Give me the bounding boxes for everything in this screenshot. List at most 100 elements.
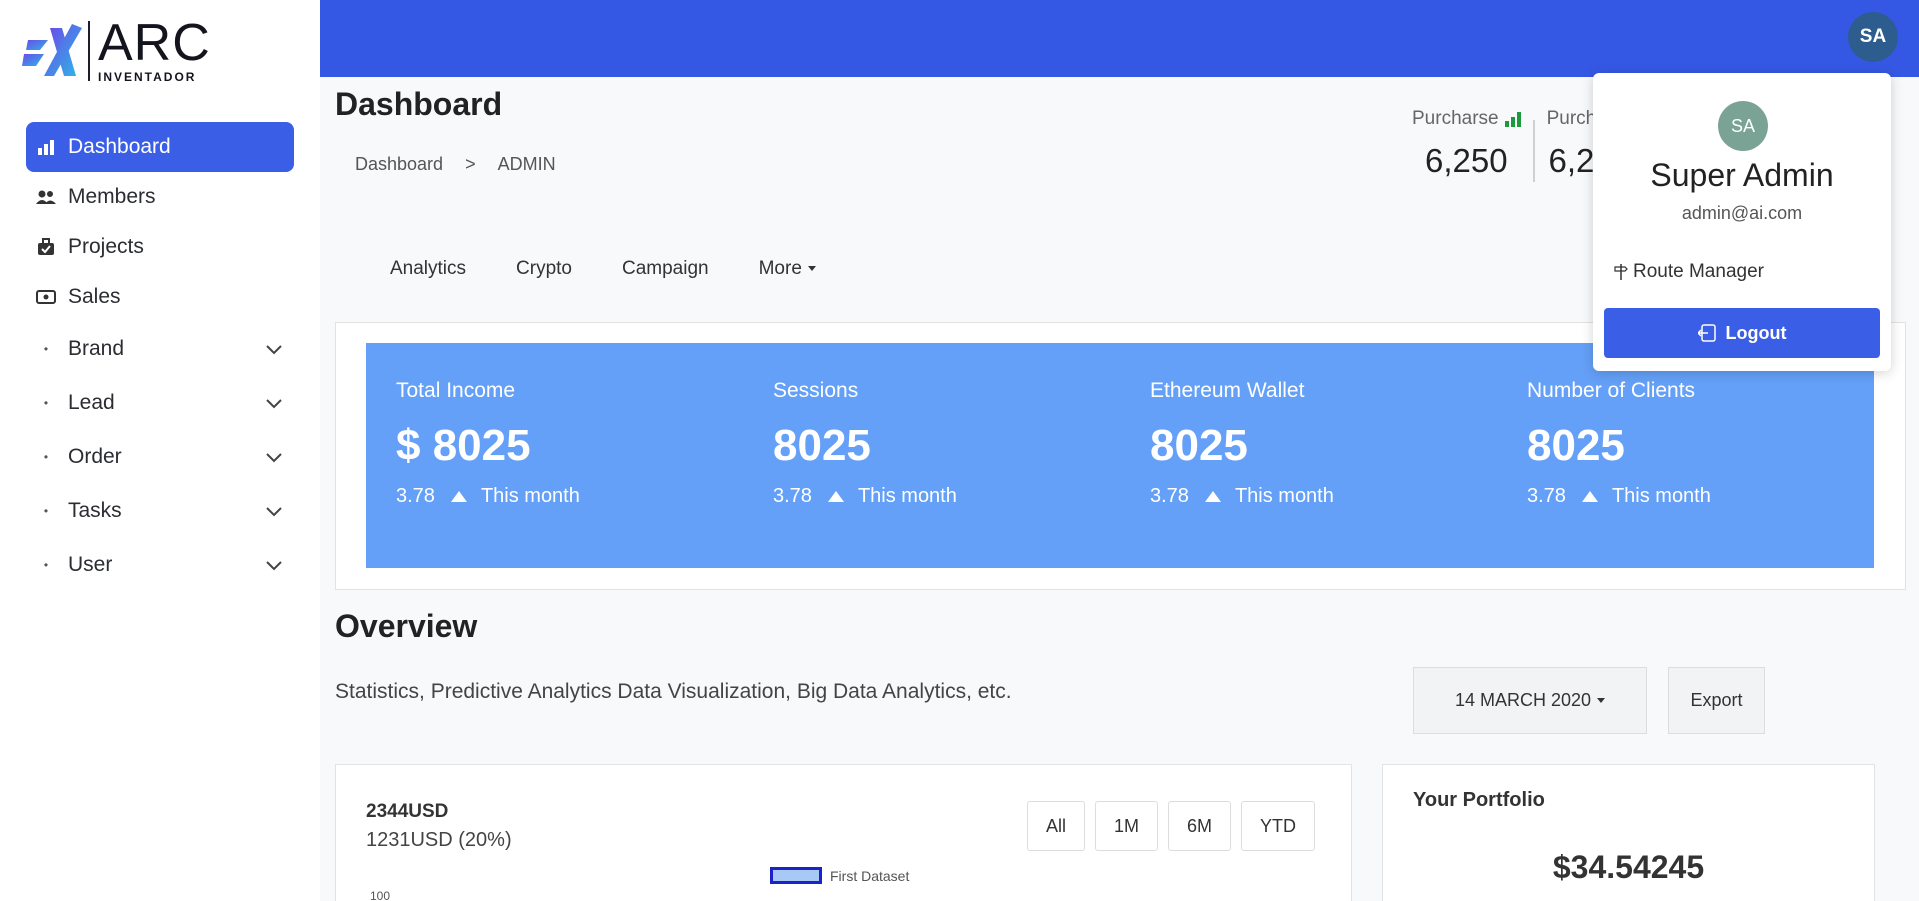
range-all-button[interactable]: All xyxy=(1026,801,1085,851)
kpi-panel: Total Income $ 8025 3.78 This month Sess… xyxy=(366,343,1874,568)
header-stat-label: Purcharse xyxy=(1412,108,1521,130)
bullet-icon: • xyxy=(43,504,49,518)
brand-tagline: INVENTADOR xyxy=(98,70,197,84)
kpi-ethereum-wallet: Ethereum Wallet 8025 3.78 This month xyxy=(1120,343,1497,568)
range-1m-button[interactable]: 1M xyxy=(1094,801,1158,851)
tab-more-dropdown[interactable]: More xyxy=(759,258,816,280)
portfolio-card: Your Portfolio $34.54245 xyxy=(1382,764,1875,901)
sidebar-item-label: Members xyxy=(68,185,156,208)
breadcrumb: Dashboard > ADMIN xyxy=(355,154,556,175)
logo-mark-icon xyxy=(22,24,82,76)
kpi-value: $ 8025 xyxy=(396,421,531,470)
tab-campaign[interactable]: Campaign xyxy=(622,258,709,280)
kpi-number-of-clients: Number of Clients 8025 3.78 This month xyxy=(1497,343,1874,568)
export-button[interactable]: Export xyxy=(1668,667,1765,734)
range-selector: All 1M 6M YTD xyxy=(1026,801,1315,851)
kpi-title: Sessions xyxy=(773,379,859,402)
kpi-period: This month xyxy=(1611,485,1711,507)
header-stat-label-text: Purcharse xyxy=(1412,108,1499,129)
sidebar-nav: Dashboard Members Projects Sales • Brand xyxy=(26,122,294,592)
route-manager-label: Route Manager xyxy=(1633,261,1764,282)
date-picker-button[interactable]: 14 MARCH 2020 xyxy=(1413,667,1647,734)
user-avatar-button[interactable]: SA xyxy=(1848,12,1898,62)
header-stat-label: Purch xyxy=(1547,108,1597,130)
sidebar-item-tasks[interactable]: • Tasks xyxy=(26,484,294,538)
sidebar-item-projects[interactable]: Projects xyxy=(26,222,294,272)
sidebar-item-label: Lead xyxy=(68,391,115,414)
kpi-title: Ethereum Wallet xyxy=(1150,379,1305,402)
kpi-period: This month xyxy=(480,485,580,507)
bullet-icon: • xyxy=(43,342,49,356)
sidebar-item-user[interactable]: • User xyxy=(26,538,294,592)
portfolio-value: $34.54245 xyxy=(1552,849,1705,885)
page-title: Dashboard xyxy=(335,86,503,122)
range-ytd-button[interactable]: YTD xyxy=(1241,801,1315,851)
chevron-down-icon xyxy=(266,399,282,409)
sidebar-item-label: Brand xyxy=(68,337,125,360)
range-6m-button[interactable]: 6M xyxy=(1167,801,1231,851)
tab-analytics[interactable]: Analytics xyxy=(390,258,466,280)
y-axis-tick: 100 xyxy=(370,889,391,901)
sidebar-item-label: Tasks xyxy=(68,499,122,522)
chevron-down-icon xyxy=(266,507,282,517)
sidebar-item-order[interactable]: • Order xyxy=(26,430,294,484)
overview-title: Overview xyxy=(335,608,478,644)
breadcrumb-separator: > xyxy=(465,154,476,174)
arrow-up-icon xyxy=(450,491,467,502)
sidebar-item-label: Dashboard xyxy=(68,135,171,158)
portfolio-title: Your Portfolio xyxy=(1413,789,1545,811)
kpi-value: 8025 xyxy=(1527,421,1625,470)
legend-swatch xyxy=(770,867,822,884)
kpi-period: This month xyxy=(857,485,957,507)
sidebar-item-dashboard[interactable]: Dashboard xyxy=(26,122,294,172)
breadcrumb-dashboard-link[interactable]: Dashboard xyxy=(355,154,443,175)
top-navbar: SA xyxy=(320,0,1919,77)
logout-label: Logout xyxy=(1725,322,1787,343)
overview-subtitle: Statistics, Predictive Analytics Data Vi… xyxy=(335,680,1012,703)
route-manager-link[interactable]: Route Manager xyxy=(1613,261,1764,283)
arrow-up-icon xyxy=(827,491,844,502)
breadcrumb-current: ADMIN xyxy=(497,154,556,174)
arrow-up-icon xyxy=(1204,491,1221,502)
kpi-value: 8025 xyxy=(773,421,871,470)
kpi-total-income: Total Income $ 8025 3.78 This month xyxy=(366,343,743,568)
kpi-change-value: 3.78 xyxy=(396,485,435,507)
kpi-change: 3.78 This month xyxy=(1527,485,1874,508)
bar-chart-icon xyxy=(36,137,56,157)
kpi-change-value: 3.78 xyxy=(1150,485,1189,507)
bullet-icon: • xyxy=(43,396,49,410)
dashboard-tabs: Analytics Crypto Campaign More xyxy=(390,258,816,280)
bullet-icon: • xyxy=(43,450,49,464)
arrow-up-icon xyxy=(1581,491,1598,502)
logout-button[interactable]: Logout xyxy=(1604,308,1880,358)
logo-divider xyxy=(88,21,90,81)
signal-bars-icon xyxy=(1504,112,1521,127)
briefcase-icon xyxy=(36,237,56,257)
profile-dropdown: SA Super Admin admin@ai.com Route Manage… xyxy=(1593,73,1891,371)
sidebar-item-lead[interactable]: • Lead xyxy=(26,376,294,430)
chart-legend[interactable]: First Dataset xyxy=(770,867,909,884)
chart-card: 2344USD 1231USD (20%) All 1M 6M YTD Firs… xyxy=(335,764,1352,901)
tab-crypto[interactable]: Crypto xyxy=(516,258,572,280)
chevron-down-icon xyxy=(266,453,282,463)
kpi-title: Number of Clients xyxy=(1527,379,1696,402)
sidebar-item-members[interactable]: Members xyxy=(26,172,294,222)
chevron-down-icon xyxy=(266,561,282,571)
header-stat-value: 6,250 xyxy=(1425,142,1508,179)
kpi-change-value: 3.78 xyxy=(1527,485,1566,507)
chevron-down-icon xyxy=(266,345,282,355)
sidebar-item-brand[interactable]: • Brand xyxy=(26,322,294,376)
header-stat-label-text: Purch xyxy=(1546,108,1597,129)
profile-email: admin@ai.com xyxy=(1681,203,1803,223)
legend-label: First Dataset xyxy=(830,867,910,884)
header-stat-value: 6,2 xyxy=(1548,142,1595,179)
bullet-icon: • xyxy=(43,558,49,572)
sidebar-item-label: Projects xyxy=(68,235,144,258)
kpi-change: 3.78 This month xyxy=(396,485,743,508)
header-stats: Purcharse 6,250 Purch 6,2 xyxy=(1400,108,1608,182)
brand-logo[interactable]: ARC INVENTADOR xyxy=(20,17,211,84)
avatar: SA xyxy=(1718,101,1768,151)
sidebar-item-sales[interactable]: Sales xyxy=(26,272,294,322)
kpi-title: Total Income xyxy=(396,379,516,402)
logo-text: ARC INVENTADOR xyxy=(98,17,211,84)
